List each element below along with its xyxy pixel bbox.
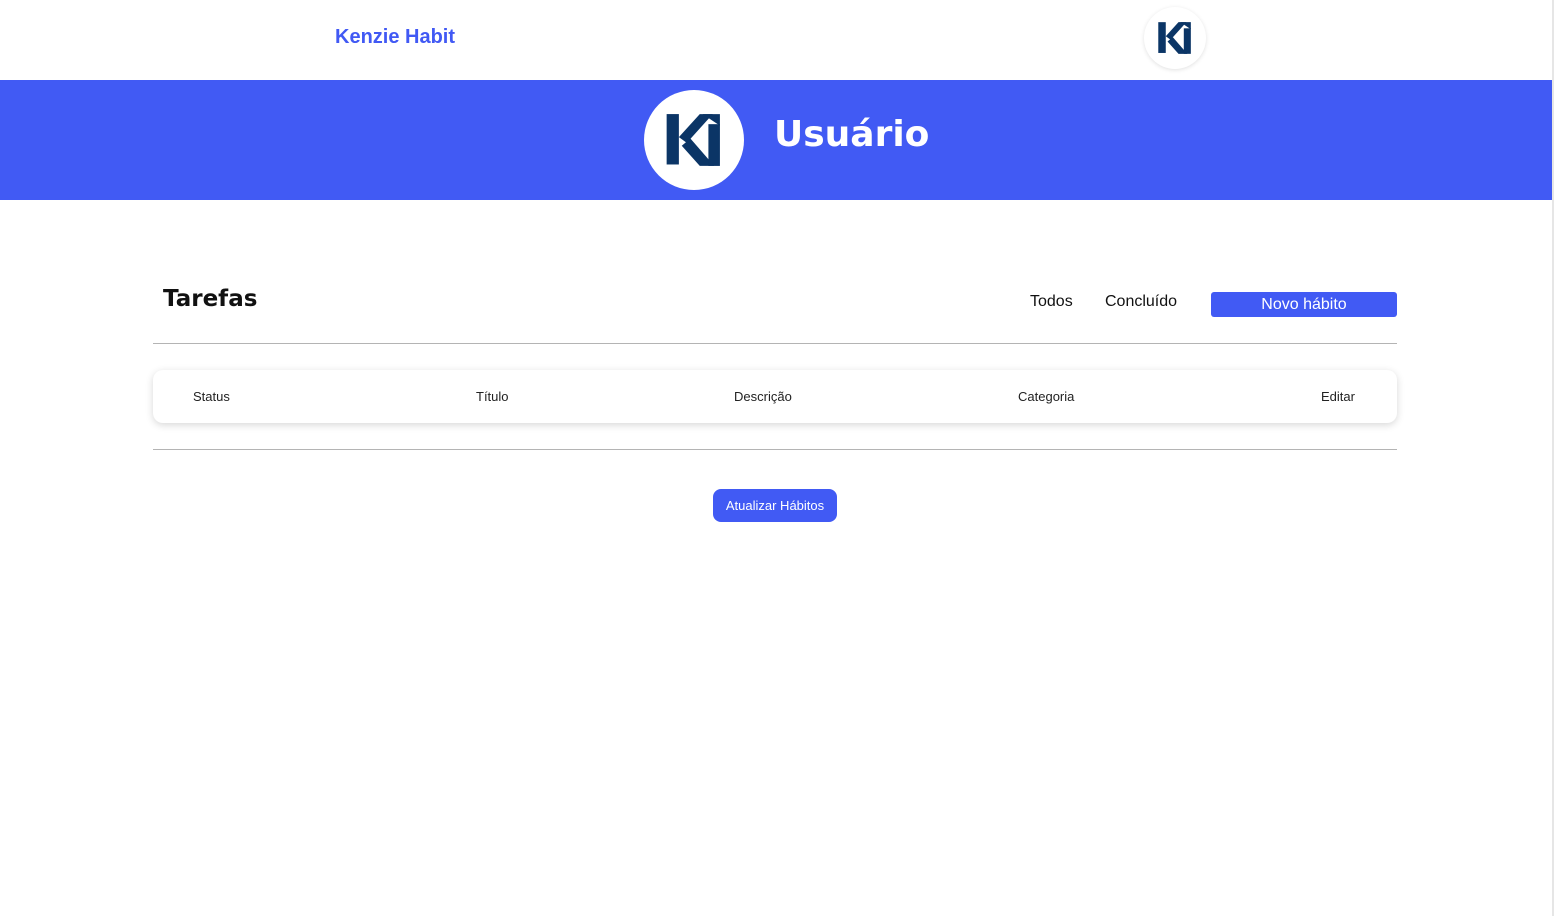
- top-nav: Kenzie Habit: [0, 0, 1552, 80]
- filter-all-button[interactable]: Todos: [1030, 293, 1073, 311]
- profile-banner: Usuário: [0, 80, 1552, 200]
- brand-link[interactable]: Kenzie Habit: [335, 26, 455, 49]
- kh-logo-icon: [666, 114, 720, 166]
- column-edit: Editar: [1321, 389, 1355, 404]
- divider: [153, 449, 1397, 450]
- column-title: Título: [476, 389, 509, 404]
- tasks-title: Tarefas: [163, 286, 258, 312]
- filter-completed-button[interactable]: Concluído: [1105, 293, 1177, 311]
- new-habit-button[interactable]: Novo hábito: [1211, 292, 1397, 317]
- user-name: Usuário: [774, 114, 930, 155]
- kh-logo-icon: [1158, 22, 1191, 54]
- refresh-habits-button[interactable]: Atualizar Hábitos: [713, 489, 837, 522]
- column-status: Status: [193, 389, 230, 404]
- table-header: Status Título Descrição Categoria Editar: [153, 370, 1397, 423]
- column-description: Descrição: [734, 389, 792, 404]
- profile-avatar: [644, 90, 744, 190]
- divider: [153, 343, 1397, 344]
- column-category: Categoria: [1018, 389, 1075, 404]
- habits-page: Kenzie Habit Usuário Tarefas Todos Concl…: [0, 0, 1554, 916]
- user-avatar-button[interactable]: [1144, 7, 1206, 69]
